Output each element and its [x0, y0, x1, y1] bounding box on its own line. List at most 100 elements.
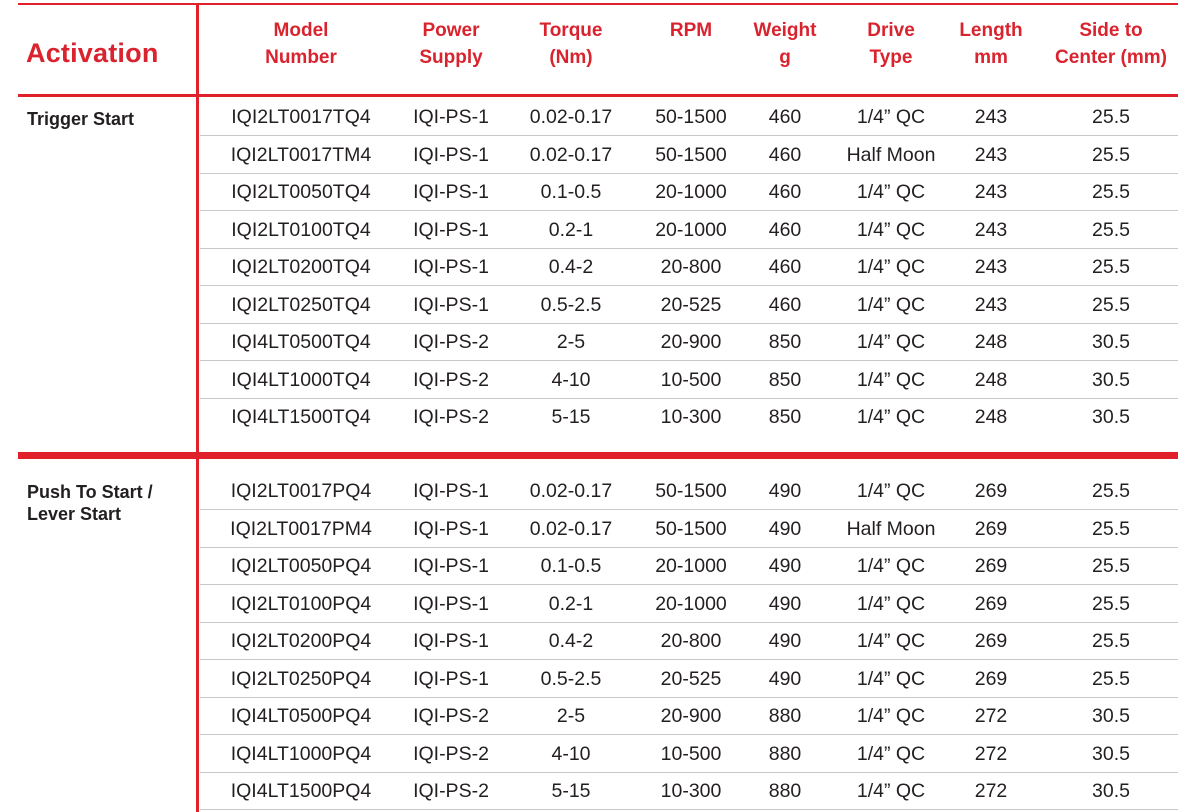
cell-torque: 5-15 — [551, 780, 591, 802]
cell-side-to-center: 25.5 — [1092, 106, 1130, 128]
cell-power-supply: IQI-PS-1 — [413, 106, 489, 128]
cell-weight: 460 — [768, 143, 802, 166]
cell-drive-type: 1/4” QC — [856, 742, 926, 765]
column-header-torque: Torque (Nm) — [511, 17, 631, 73]
section-divider — [18, 452, 1178, 459]
cell-power-supply: IQI-PS-2 — [413, 705, 489, 727]
cell-length: 243 — [974, 293, 1008, 316]
table-row: IQI4LT0500PQ4 IQI-PS-2 2-5 20-900 880 1/4” QC… — [200, 698, 1178, 735]
cell-side-to-center: 25.5 — [1092, 630, 1130, 652]
cell-rpm: 20-1000 — [655, 218, 727, 241]
table-row: IQI2LT0250TQ4 IQI-PS-1 0.5-2.5 20-525 460 1/4… — [200, 287, 1178, 324]
cell-length: 248 — [974, 406, 1008, 428]
cell-model-number: IQI2LT0200PQ4 — [230, 630, 372, 652]
cell-rpm: 50-1500 — [655, 480, 727, 502]
table-row: IQI2LT0017TQ4 IQI-PS-1 0.02-0.17 50-1500 460… — [200, 99, 1178, 136]
cell-drive-type: 1/4” QC — [856, 293, 926, 316]
table-row: IQI4LT1000TQ4 IQI-PS-2 4-10 10-500 850 1/4” Q… — [200, 362, 1178, 399]
cell-torque: 0.4-2 — [548, 256, 594, 278]
cell-weight: 880 — [768, 705, 802, 727]
cell-power-supply: IQI-PS-2 — [413, 406, 489, 428]
cell-length: 269 — [974, 517, 1008, 540]
cell-side-to-center: 25.5 — [1092, 517, 1130, 540]
cell-drive-type: 1/4” QC — [856, 555, 926, 577]
cell-drive-type: 1/4” QC — [856, 592, 926, 615]
cell-side-to-center: 25.5 — [1092, 480, 1130, 502]
cell-length: 243 — [974, 143, 1008, 166]
cell-weight: 460 — [768, 218, 802, 241]
cell-rpm: 20-525 — [660, 293, 722, 316]
cell-torque: 0.1-0.5 — [540, 555, 602, 577]
cell-drive-type: 1/4” QC — [856, 368, 926, 391]
cell-length: 269 — [974, 480, 1008, 502]
table-row: IQI2LT0017TM4 IQI-PS-1 0.02-0.17 50-1500 460… — [200, 137, 1178, 174]
cell-torque: 0.02-0.17 — [529, 480, 613, 502]
cell-weight: 490 — [768, 480, 802, 502]
column-header-line1: Power — [422, 20, 480, 41]
column-header-weight: Weight g — [745, 17, 825, 73]
cell-drive-type: Half Moon — [846, 517, 936, 540]
cell-model-number: IQI4LT1000PQ4 — [230, 742, 372, 765]
cell-drive-type: 1/4” QC — [856, 218, 926, 241]
cell-model-number: IQI2LT0050TQ4 — [231, 181, 371, 203]
cell-side-to-center: 25.5 — [1092, 293, 1130, 316]
cell-rpm: 10-500 — [660, 368, 722, 391]
cell-torque: 0.02-0.17 — [529, 143, 613, 166]
cell-power-supply: IQI-PS-1 — [413, 555, 489, 577]
cell-weight: 490 — [768, 630, 802, 652]
cell-length: 248 — [974, 331, 1008, 353]
cell-length: 272 — [974, 780, 1008, 802]
cell-rpm: 20-800 — [660, 630, 722, 652]
cell-model-number: IQI4LT1500PQ4 — [230, 780, 372, 802]
cell-power-supply: IQI-PS-1 — [413, 630, 489, 652]
cell-rpm: 20-800 — [660, 256, 722, 278]
cell-weight: 490 — [768, 592, 802, 615]
cell-length: 243 — [974, 256, 1008, 278]
column-header-line2: (Nm) — [549, 47, 593, 68]
cell-model-number: IQI2LT0100PQ4 — [230, 592, 372, 615]
cell-power-supply: IQI-PS-1 — [413, 667, 489, 690]
cell-length: 243 — [974, 218, 1008, 241]
column-header-line1: Model — [273, 20, 329, 41]
cell-drive-type: 1/4” QC — [856, 106, 926, 128]
column-header-rpm: RPM — [636, 17, 746, 73]
column-header-power-supply: Power Supply — [396, 17, 506, 73]
column-header-line1: Drive — [867, 20, 915, 41]
cell-side-to-center: 30.5 — [1092, 368, 1130, 391]
cell-length: 269 — [974, 592, 1008, 615]
cell-length: 272 — [974, 705, 1008, 727]
row-separator — [200, 809, 1178, 810]
cell-side-to-center: 25.5 — [1092, 181, 1130, 203]
cell-side-to-center: 25.5 — [1092, 143, 1130, 166]
cell-model-number: IQI2LT0250PQ4 — [230, 667, 372, 690]
cell-model-number: IQI2LT0017TM4 — [230, 143, 372, 166]
column-header-line2: Center (mm) — [1055, 47, 1167, 68]
table-row: IQI2LT0200TQ4 IQI-PS-1 0.4-2 20-800 460 1/4” … — [200, 249, 1178, 286]
cell-side-to-center: 25.5 — [1092, 667, 1130, 690]
cell-side-to-center: 30.5 — [1092, 780, 1130, 802]
cell-torque: 4-10 — [551, 368, 591, 391]
group-label-trigger: Trigger Start — [27, 108, 134, 130]
table-row: IQI4LT0500TQ4 IQI-PS-2 2-5 20-900 850 1/4” QC… — [200, 324, 1178, 361]
group-label-line2: Lever Start — [27, 504, 122, 524]
cell-rpm: 20-1000 — [655, 555, 727, 577]
cell-side-to-center: 30.5 — [1092, 742, 1130, 765]
table-row: IQI4LT1500TQ4 IQI-PS-2 5-15 10-300 850 1/4” Q… — [200, 399, 1178, 436]
table-row: IQI4LT1500PQ4 IQI-PS-2 5-15 10-300 880 1/4” Q… — [200, 773, 1178, 810]
cell-torque: 4-10 — [551, 742, 591, 765]
cell-rpm: 50-1500 — [655, 106, 727, 128]
column-header-line1: Weight — [753, 20, 817, 41]
cell-side-to-center: 30.5 — [1092, 331, 1130, 353]
column-header-line1: Length — [959, 20, 1023, 41]
cell-length: 269 — [974, 667, 1008, 690]
cell-torque: 2-5 — [556, 705, 586, 727]
cell-length: 243 — [974, 181, 1008, 203]
top-rule — [18, 3, 1178, 5]
cell-side-to-center: 25.5 — [1092, 218, 1130, 241]
cell-model-number: IQI2LT0200TQ4 — [231, 256, 371, 278]
activation-heading: Activation — [26, 38, 159, 68]
cell-length: 269 — [974, 630, 1008, 652]
table-row: IQI2LT0100TQ4 IQI-PS-1 0.2-1 20-1000 460 1/4”… — [200, 212, 1178, 249]
cell-model-number: IQI2LT0250TQ4 — [231, 293, 371, 316]
table-row: IQI4LT1000PQ4 IQI-PS-2 4-10 10-500 880 1/4” Q… — [200, 736, 1178, 773]
